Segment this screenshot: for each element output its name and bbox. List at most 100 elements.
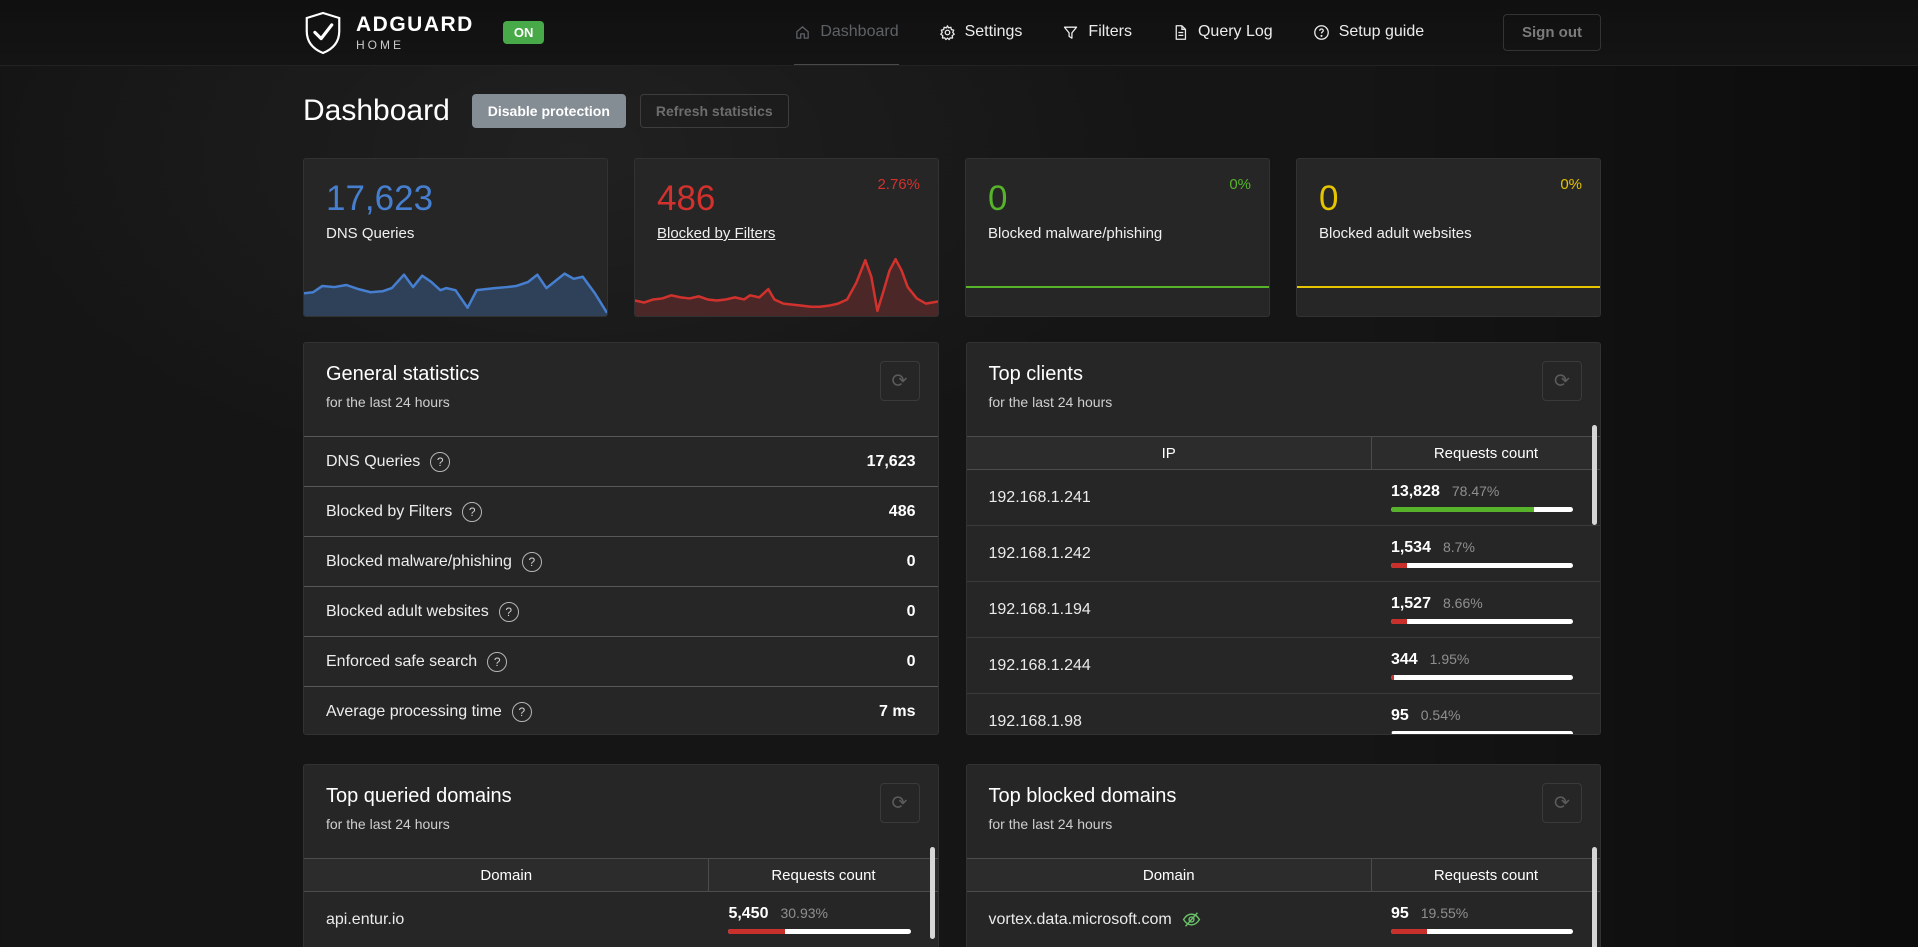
nav-label: Settings xyxy=(964,23,1023,40)
nav-item-setup-guide[interactable]: Setup guide xyxy=(1313,0,1424,65)
nav-item-query-log[interactable]: Query Log xyxy=(1172,0,1273,65)
refresh-icon: ⟳ xyxy=(891,792,908,814)
requests-count: 13,828 xyxy=(1390,483,1440,500)
general-statistics-title: General statistics xyxy=(326,363,480,385)
top-queried-domains-panel: Top queried domains for the last 24 hour… xyxy=(303,764,939,947)
refresh-icon-button[interactable]: ⟳ xyxy=(879,783,920,823)
refresh-statistics-button[interactable]: Refresh statistics xyxy=(639,94,789,128)
nav-item-settings[interactable]: Settings xyxy=(939,0,1023,65)
help-icon[interactable]: ? xyxy=(462,501,483,522)
requests-percent: 0.54% xyxy=(1420,707,1461,723)
brand-sub: HOME xyxy=(356,38,404,52)
refresh-icon-button[interactable]: ⟳ xyxy=(1542,361,1582,401)
client-ip: 192.168.1.244 xyxy=(988,656,1091,674)
stat-label: Blocked adult websites xyxy=(326,602,489,620)
client-ip: 192.168.1.98 xyxy=(988,712,1082,730)
nav-item-dashboard[interactable]: Dashboard xyxy=(794,0,899,65)
top-clients-title: Top clients xyxy=(988,363,1084,385)
table-header: IP Requests count xyxy=(966,436,1600,470)
refresh-icon: ⟳ xyxy=(1554,370,1570,392)
stat-row: Blocked by Filters? 486 xyxy=(304,486,938,536)
blocked-filters-link[interactable]: Blocked by Filters xyxy=(657,225,938,242)
refresh-icon-button[interactable]: ⟳ xyxy=(879,361,920,401)
stat-row: Average processing time? 7 ms xyxy=(304,686,938,734)
help-icon[interactable]: ? xyxy=(521,551,542,572)
client-ip: 192.168.1.194 xyxy=(988,600,1091,618)
requests-percent: 19.55% xyxy=(1420,905,1469,921)
requests-count: 95 xyxy=(1390,905,1409,922)
dns-queries-label: DNS Queries xyxy=(326,225,415,242)
stat-label: Blocked malware/phishing xyxy=(326,552,512,570)
requests-percent: 8.66% xyxy=(1442,595,1483,611)
table-header: Domain Requests count xyxy=(304,858,938,892)
scrollbar-thumb[interactable] xyxy=(1592,425,1597,525)
blocked-malware-label: Blocked malware/phishing xyxy=(988,225,1163,242)
table-row: 192.168.1.98 95 0.54% xyxy=(967,694,1601,734)
gear-icon xyxy=(939,24,955,40)
stat-row: DNS Queries? 17,623 xyxy=(304,436,938,486)
top-clients-subtitle: for the last 24 hours xyxy=(988,394,1113,410)
help-icon[interactable]: ? xyxy=(511,701,532,722)
card-dns-queries: 17,623 DNS Queries xyxy=(303,158,608,317)
main-nav: Dashboard Settings Filters Query Log Set… xyxy=(794,0,1424,65)
stat-cards-row: 17,623 DNS Queries 2.76% 486 Blocked by … xyxy=(303,158,1601,317)
blocked-malware-percent: 0% xyxy=(1229,176,1251,193)
stat-row: Blocked malware/phishing? 0 xyxy=(304,536,938,586)
top-header: ADGUARD HOME ON Dashboard Settings Filte… xyxy=(0,0,1918,66)
table-row: 192.168.1.242 1,534 8.7% xyxy=(966,526,1600,582)
adguard-logo: ADGUARD HOME ON xyxy=(303,11,545,55)
stat-value: 0 xyxy=(906,552,916,570)
table-row: 192.168.1.194 1,527 8.66% xyxy=(966,582,1600,638)
help-icon[interactable]: ? xyxy=(487,651,508,672)
stat-value: 0 xyxy=(906,602,916,620)
top-blocked-domains-panel: Top blocked domains for the last 24 hour… xyxy=(965,764,1601,947)
refresh-icon-button[interactable]: ⟳ xyxy=(1542,783,1582,823)
page-title: Dashboard xyxy=(303,94,450,127)
general-statistics-panel: General statistics for the last 24 hours… xyxy=(303,342,939,735)
stat-row: Enforced safe search? 0 xyxy=(304,636,938,686)
column-header-domain: Domain xyxy=(967,859,1372,891)
help-circle-icon xyxy=(1313,24,1329,40)
requests-percent: 8.7% xyxy=(1442,539,1475,555)
stat-row: Blocked adult websites? 0 xyxy=(304,586,938,636)
top-blocked-subtitle: for the last 24 hours xyxy=(988,816,1113,832)
client-ip: 192.168.1.241 xyxy=(988,488,1091,506)
top-queried-subtitle: for the last 24 hours xyxy=(326,816,450,832)
nav-item-filters[interactable]: Filters xyxy=(1062,0,1132,65)
top-queried-title: Top queried domains xyxy=(326,785,512,807)
requests-bar xyxy=(1390,675,1573,680)
refresh-icon: ⟳ xyxy=(891,370,908,392)
disable-protection-button[interactable]: Disable protection xyxy=(471,94,626,128)
brand-name: ADGUARD xyxy=(356,13,474,36)
blocked-adult-percent: 0% xyxy=(1560,176,1582,193)
protection-status-badge: ON xyxy=(502,21,545,44)
requests-percent: 30.93% xyxy=(780,905,828,921)
requests-count: 5,450 xyxy=(728,905,769,922)
nav-label: Dashboard xyxy=(820,23,899,40)
blocked-filters-sparkline xyxy=(635,254,938,316)
stat-value: 0 xyxy=(906,652,916,670)
nav-label: Setup guide xyxy=(1338,23,1425,40)
card-blocked-by-filters: 2.76% 486 Blocked by Filters xyxy=(634,158,939,317)
scrollbar-thumb[interactable] xyxy=(1592,847,1597,947)
stat-value: 17,623 xyxy=(866,452,916,470)
dns-queries-sparkline xyxy=(304,254,607,316)
blocked-malware-flatline xyxy=(966,286,1269,288)
stat-value: 486 xyxy=(888,502,916,520)
column-header-requests: Requests count xyxy=(771,866,876,884)
requests-percent: 1.95% xyxy=(1429,651,1470,667)
shield-logo-icon xyxy=(305,11,341,54)
document-icon xyxy=(1175,24,1187,40)
help-icon[interactable]: ? xyxy=(498,601,519,622)
sign-out-button[interactable]: Sign out xyxy=(1503,14,1601,51)
help-icon[interactable]: ? xyxy=(430,451,451,472)
requests-bar xyxy=(1390,731,1573,734)
scrollbar-thumb[interactable] xyxy=(929,847,935,939)
requests-percent: 78.47% xyxy=(1451,483,1500,499)
nav-label: Filters xyxy=(1088,23,1132,40)
nav-label: Query Log xyxy=(1197,23,1273,40)
top-clients-panel: Top clients for the last 24 hours ⟳ IP R… xyxy=(965,342,1601,735)
stat-label: Blocked by Filters xyxy=(326,502,453,520)
requests-bar xyxy=(1390,929,1573,934)
requests-count: 344 xyxy=(1390,651,1418,668)
